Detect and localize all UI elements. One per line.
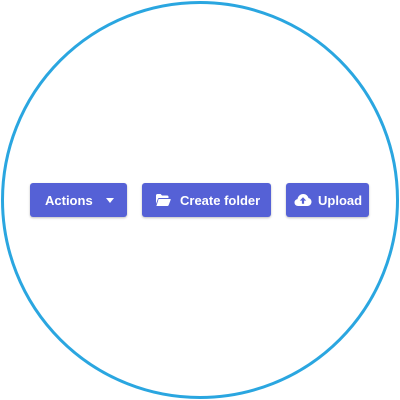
caret-down-icon <box>105 198 114 203</box>
create-folder-button[interactable]: Create folder <box>142 183 271 217</box>
create-folder-label: Create folder <box>180 192 261 208</box>
upload-label: Upload <box>318 192 363 208</box>
button-toolbar: Actions Create folder Upload <box>30 183 369 217</box>
folder-open-icon <box>155 193 171 207</box>
preview-frame: Actions Create folder Upload <box>0 0 400 400</box>
cloud-upload-icon <box>294 193 312 207</box>
actions-button-label: Actions <box>45 192 93 208</box>
upload-button[interactable]: Upload <box>286 183 369 217</box>
actions-dropdown-button[interactable]: Actions <box>30 183 127 217</box>
